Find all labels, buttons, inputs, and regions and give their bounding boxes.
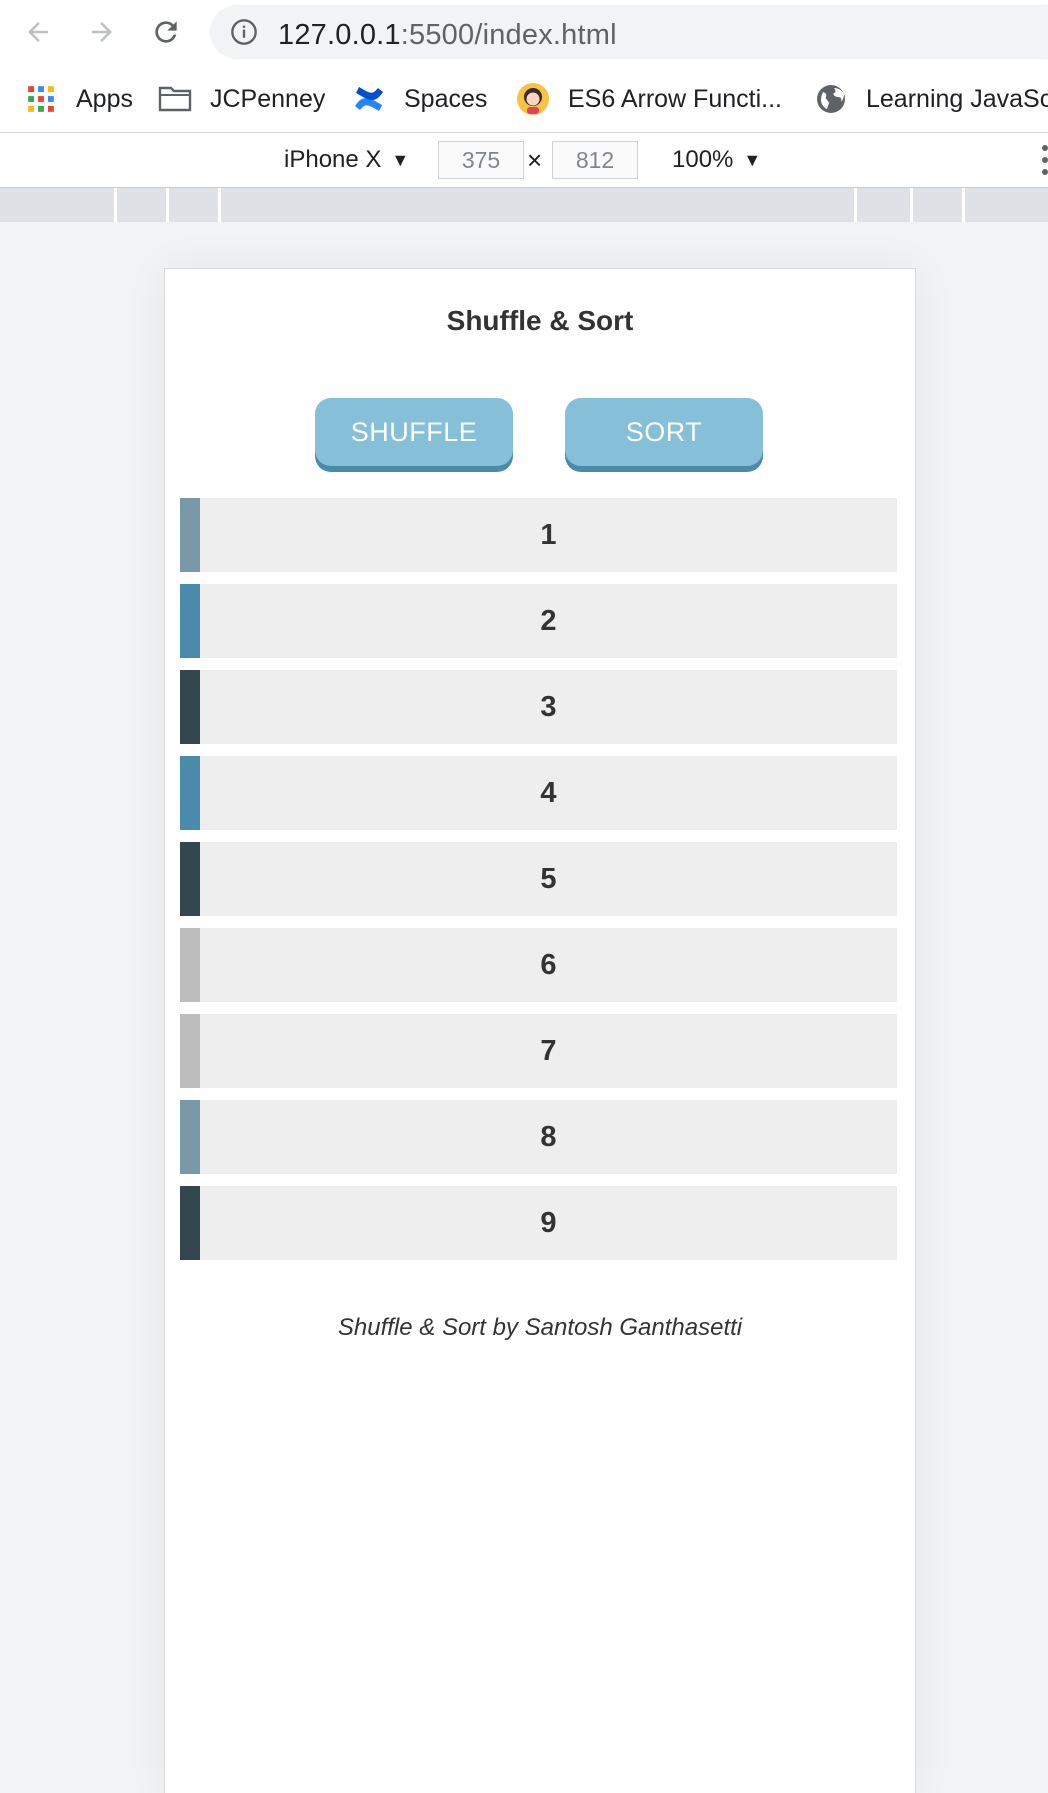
device-screen: Shuffle & Sort SHUFFLE SORT 1 2 3 4 5 6 … xyxy=(164,268,916,1793)
bookmark-spaces[interactable]: Spaces xyxy=(352,81,487,117)
bookmarks-bar: Apps JCPenney Spaces ES6 Arrow Functi...… xyxy=(0,65,1048,133)
number-list: 1 2 3 4 5 6 7 8 9 xyxy=(180,498,897,1272)
list-item: 4 xyxy=(180,756,897,830)
color-bar xyxy=(180,670,200,744)
list-item: 9 xyxy=(180,1186,897,1260)
bookmark-label: JCPenney xyxy=(210,84,326,113)
item-number: 1 xyxy=(540,519,557,551)
url-path: :5500/index.html xyxy=(400,19,617,51)
reload-button[interactable] xyxy=(146,12,186,52)
list-item: 3 xyxy=(180,670,897,744)
ruler-divider[interactable] xyxy=(962,188,965,222)
item-number: 3 xyxy=(540,691,557,723)
list-item: 1 xyxy=(180,498,897,572)
more-options-icon[interactable] xyxy=(1040,145,1048,175)
browser-toolbar: 127.0.0.1:5500/index.html xyxy=(0,0,1048,65)
color-bar xyxy=(180,928,200,1002)
bookmark-learning-javascript[interactable]: Learning JavaSc xyxy=(814,81,1048,117)
folder-icon xyxy=(158,82,192,116)
bookmark-label: ES6 Arrow Functi... xyxy=(568,84,782,113)
page-title: Shuffle & Sort xyxy=(446,305,634,336)
color-bar xyxy=(180,756,200,830)
address-bar[interactable]: 127.0.0.1:5500/index.html xyxy=(210,5,1048,59)
color-bar xyxy=(180,842,200,916)
list-item: 2 xyxy=(180,584,897,658)
item-number: 4 xyxy=(540,777,557,809)
dropdown-triangle-icon: ▼ xyxy=(743,149,762,170)
list-item: 5 xyxy=(180,842,897,916)
forward-button[interactable] xyxy=(82,12,122,52)
bookmark-es6-arrow-functions[interactable]: ES6 Arrow Functi... xyxy=(516,81,782,117)
reload-icon xyxy=(155,21,177,43)
color-bar xyxy=(180,1014,200,1088)
list-item: 7 xyxy=(180,1014,897,1088)
color-bar xyxy=(180,1100,200,1174)
color-bar xyxy=(180,584,200,658)
bookmark-label: Spaces xyxy=(404,84,488,113)
arrow-right-icon xyxy=(92,22,112,42)
media-query-ruler xyxy=(0,188,1048,222)
item-number: 6 xyxy=(540,949,557,981)
confluence-icon xyxy=(352,82,386,116)
footer-credit: Shuffle & Sort by Santosh Ganthasetti xyxy=(337,1314,743,1341)
back-button[interactable] xyxy=(18,12,58,52)
color-bar xyxy=(180,1186,200,1260)
url-text: 127.0.0.1:5500/index.html xyxy=(278,19,617,52)
shuffle-button[interactable]: SHUFFLE xyxy=(315,398,513,466)
height-input[interactable]: 812 xyxy=(552,141,638,179)
ruler-divider[interactable] xyxy=(854,188,857,222)
list-item: 8 xyxy=(180,1100,897,1174)
item-number: 9 xyxy=(540,1207,557,1239)
zoom-select[interactable]: 100% ▼ xyxy=(672,143,761,177)
ruler-divider[interactable] xyxy=(166,188,169,222)
info-icon xyxy=(231,19,257,45)
dropdown-triangle-icon: ▼ xyxy=(391,149,410,170)
item-number: 5 xyxy=(540,863,557,895)
bookmark-label: Learning JavaSc xyxy=(866,84,1048,113)
list-item: 6 xyxy=(180,928,897,1002)
device-select[interactable]: iPhone X ▼ xyxy=(284,143,409,177)
ruler-divider[interactable] xyxy=(910,188,913,222)
bookmark-apps[interactable]: Apps xyxy=(24,81,133,117)
ruler-divider[interactable] xyxy=(218,188,221,222)
color-bar xyxy=(180,498,200,572)
device-toolbar: iPhone X ▼ 375 × 812 100% ▼ xyxy=(0,133,1048,188)
sort-button[interactable]: SORT xyxy=(565,398,763,466)
globe-icon xyxy=(814,82,848,116)
item-number: 7 xyxy=(540,1035,557,1067)
avatar-icon xyxy=(516,82,550,116)
ruler-divider[interactable] xyxy=(114,188,117,222)
bookmark-jcpenney[interactable]: JCPenney xyxy=(158,81,325,117)
apps-grid-icon xyxy=(24,82,58,116)
dimension-separator: × xyxy=(527,145,543,175)
url-host: 127.0.0.1 xyxy=(278,19,401,51)
item-number: 8 xyxy=(540,1121,557,1153)
device-name: iPhone X xyxy=(284,146,382,173)
width-input[interactable]: 375 xyxy=(438,141,524,179)
item-number: 2 xyxy=(540,605,557,637)
arrow-left-icon xyxy=(28,22,48,42)
bookmark-label: Apps xyxy=(76,84,133,113)
zoom-value: 100% xyxy=(672,146,734,173)
